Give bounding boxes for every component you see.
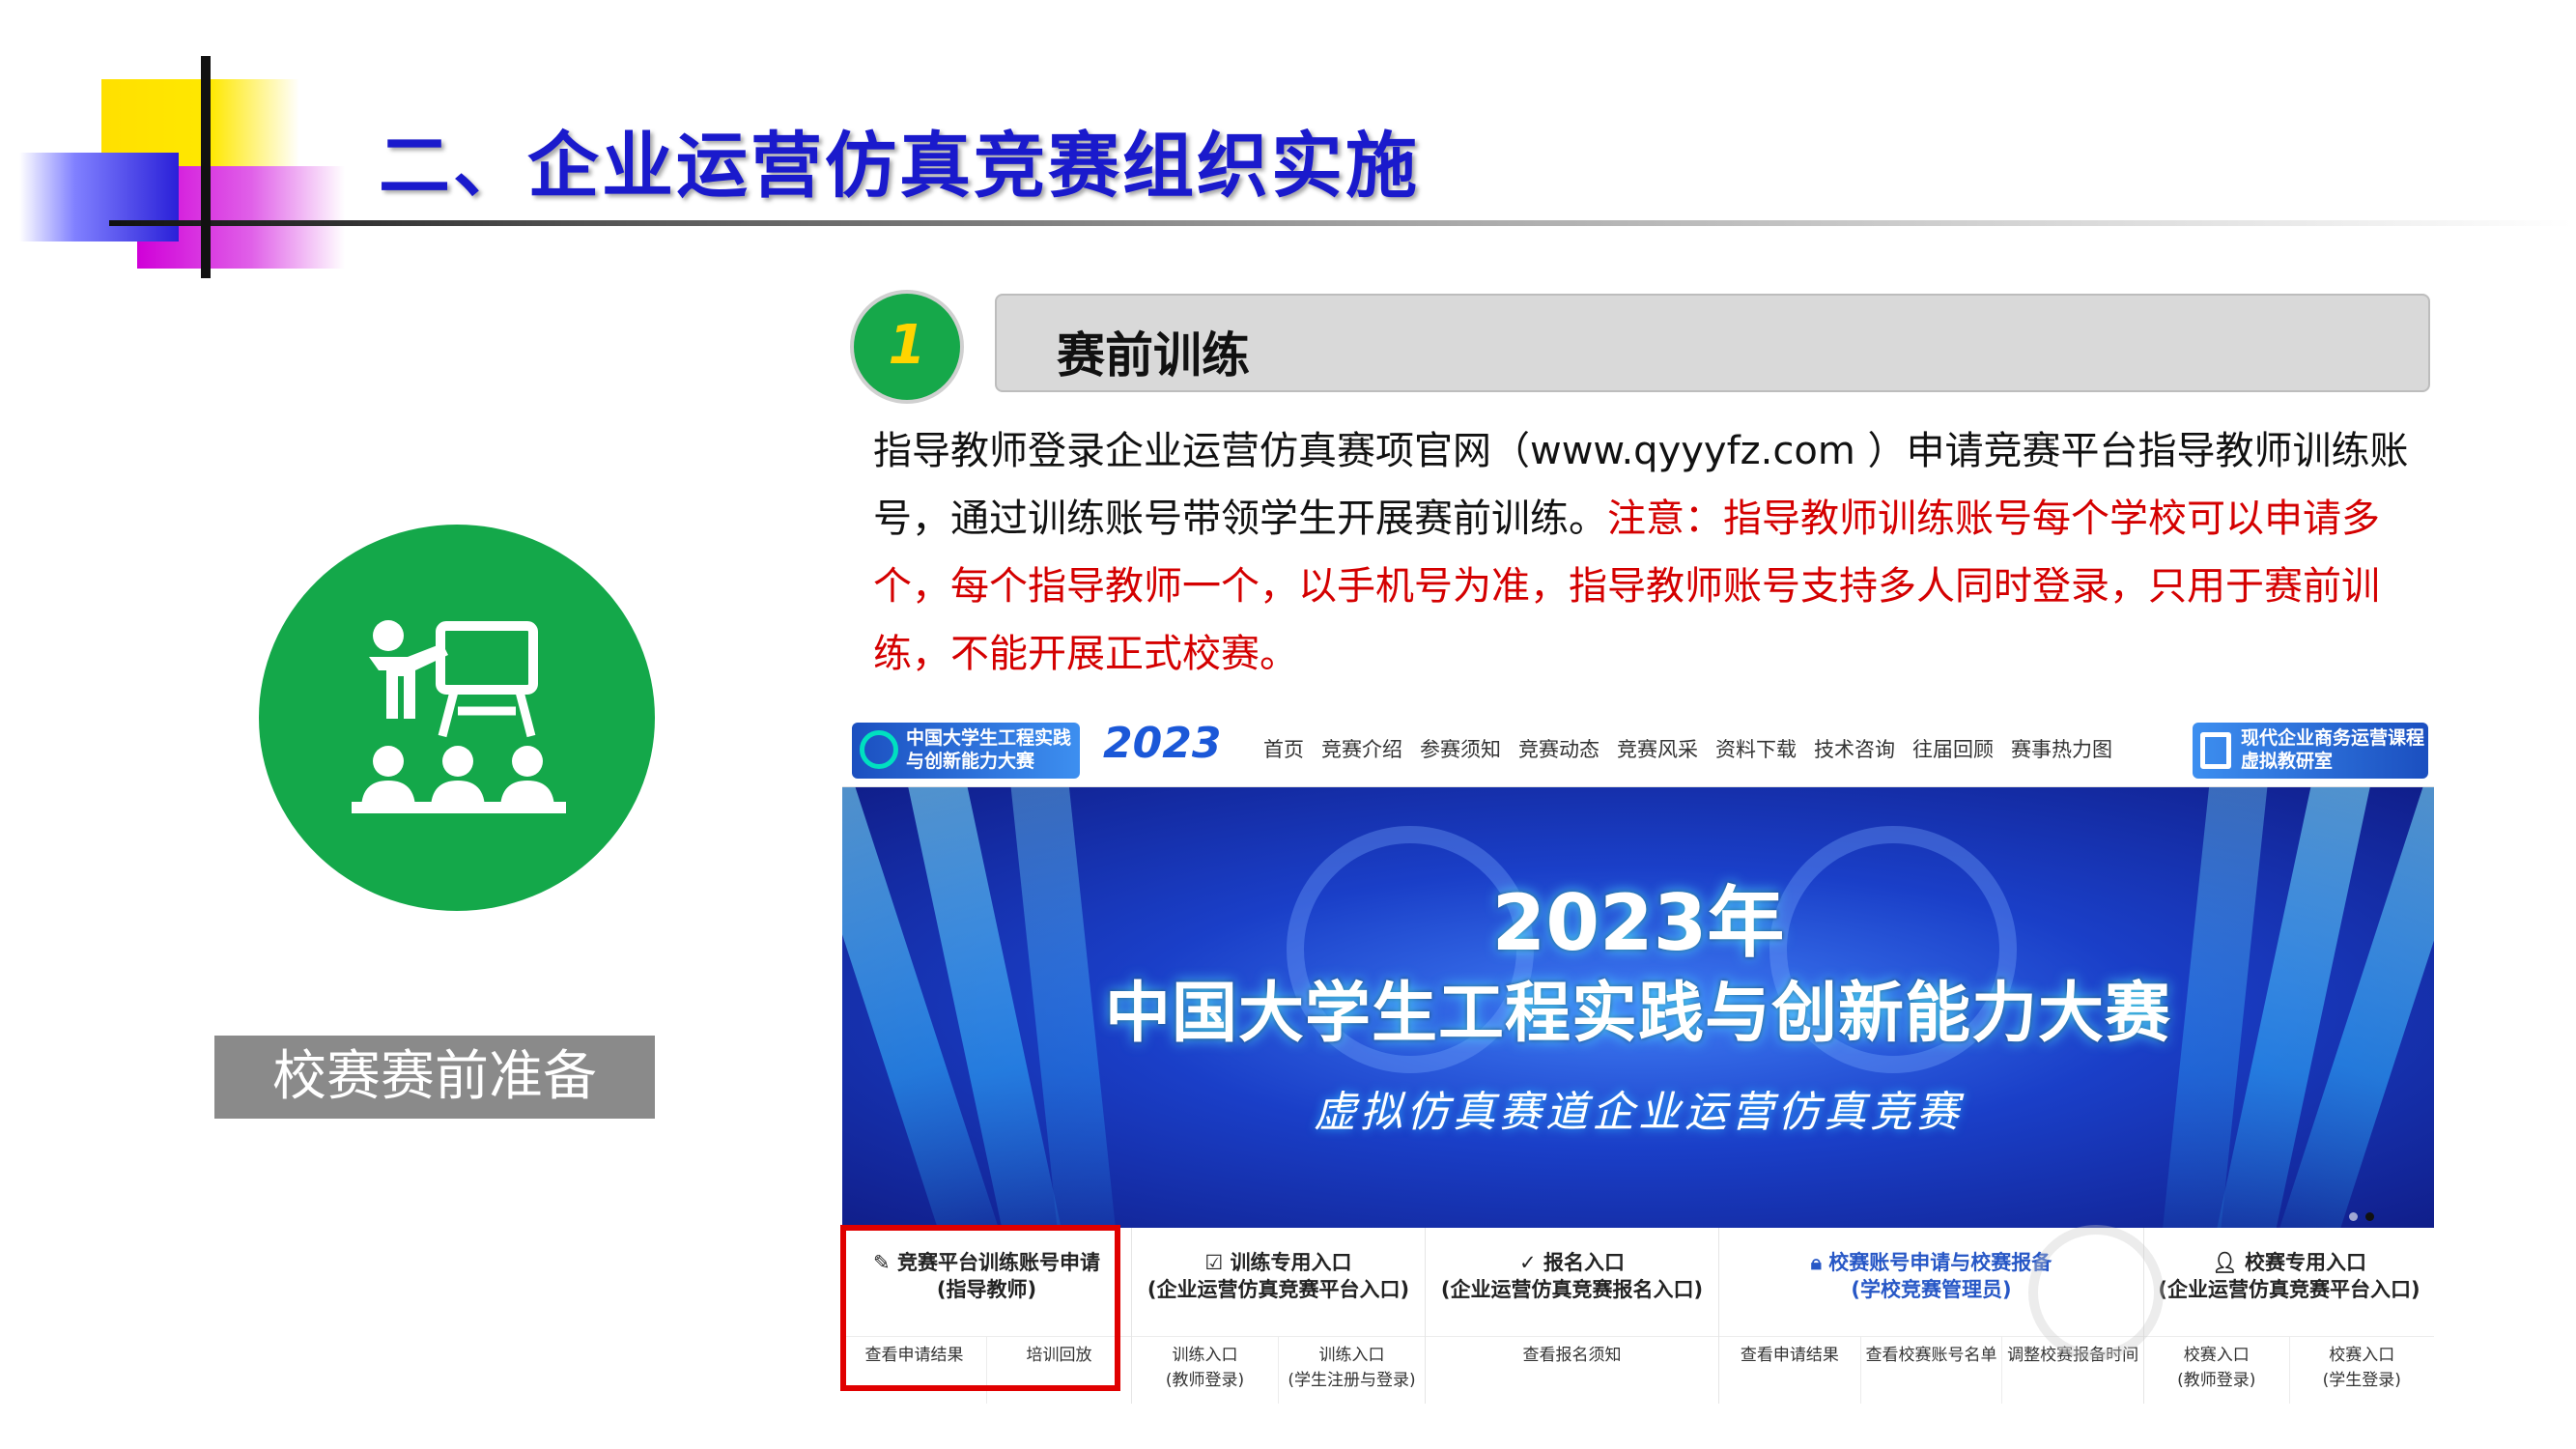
nav-item-downloads[interactable]: 资料下载: [1715, 734, 1797, 763]
page-title: 二、企业运营仿真竞赛组织实施: [379, 125, 1420, 208]
link-school-teacher-login[interactable]: 校赛入口 (教师登录): [2144, 1337, 2290, 1404]
carousel-dot-active[interactable]: [2365, 1212, 2374, 1221]
decor-blue-square: [19, 153, 179, 242]
link-view-result[interactable]: 查看申请结果: [1719, 1337, 1861, 1404]
nav-item-history[interactable]: 往届回顾: [1912, 734, 1994, 763]
lock-icon: 🔒︎: [1810, 1251, 1829, 1274]
nav-item-heatmap[interactable]: 赛事热力图: [2011, 734, 2112, 763]
nav-item-home[interactable]: 首页: [1263, 734, 1304, 763]
arrow-watermark-icon: [2028, 1225, 2164, 1360]
step-number-badge: 1: [850, 290, 964, 404]
link-registration-notice[interactable]: 查看报名须知: [1426, 1337, 1718, 1404]
hero-banner[interactable]: 2023年 中国大学生工程实践与创新能力大赛 虚拟仿真赛道企业运营仿真竞赛: [842, 787, 2434, 1228]
cc-logo-icon: [860, 730, 898, 769]
banner-year: 2023年: [1491, 878, 1785, 968]
link-teacher-login[interactable]: 训练入口 (教师登录): [1132, 1337, 1279, 1404]
link-student-register[interactable]: 训练入口 (学生注册与登录): [1279, 1337, 1425, 1404]
step-title: 赛前训练: [1057, 327, 1250, 384]
decor-vertical-line: [201, 56, 211, 278]
competition-logo-text: 中国大学生工程实践与创新能力大赛: [906, 727, 1072, 772]
lab-logo[interactable]: 现代企业商务运营课程虚拟教研室: [2193, 723, 2428, 779]
year-logo: 2023: [1103, 719, 1222, 768]
check-icon: ✓: [1519, 1251, 1543, 1274]
card-sub-label: (企业运营仿真竞赛平台入口): [2158, 1278, 2420, 1301]
card-head-label: 训练专用入口: [1230, 1251, 1352, 1274]
carousel-dots: [2349, 1207, 2382, 1225]
card-sub-label: (企业运营仿真竞赛报名入口): [1440, 1278, 1704, 1301]
checkbox-icon: ☑: [1204, 1251, 1231, 1274]
lab-logo-text: 现代企业商务运营课程虚拟教研室: [2241, 727, 2425, 772]
instruction-paragraph: 指导教师登录企业运营仿真赛项官网（www.qyyyfz.com ）申请竞赛平台指…: [873, 417, 2409, 688]
nav-item-intro[interactable]: 竞赛介绍: [1321, 734, 1402, 763]
side-label: 校赛赛前准备: [214, 1036, 655, 1119]
card-registration[interactable]: ✓ 报名入口 (企业运营仿真竞赛报名入口) 查看报名须知: [1426, 1228, 1719, 1404]
banner-title: 中国大学生工程实践与创新能力大赛: [1104, 976, 2171, 1052]
link-account-list[interactable]: 查看校赛账号名单: [1861, 1337, 2003, 1404]
banner-subtitle: 虚拟仿真赛道企业运营仿真竞赛: [1314, 1088, 1963, 1137]
card-school-entry[interactable]: 👤︎ 校赛专用入口 (企业运营仿真竞赛平台入口) 校赛入口 (教师登录) 校赛入口…: [2144, 1228, 2434, 1404]
lab-logo-icon: [2200, 732, 2231, 769]
card-head-label: 校赛账号申请与校赛报备: [1828, 1251, 2052, 1274]
link-school-student-login[interactable]: 校赛入口 (学生登录): [2290, 1337, 2435, 1404]
title-underline: [109, 220, 2572, 226]
nav-item-rules[interactable]: 参赛须知: [1420, 734, 1501, 763]
classroom-training-icon: [352, 620, 566, 813]
nav-item-consult[interactable]: 技术咨询: [1814, 734, 1895, 763]
user-icon: 👤︎: [2212, 1251, 2245, 1274]
carousel-dot[interactable]: [2349, 1212, 2358, 1221]
card-sub-label: (学校竞赛管理员): [1851, 1278, 2012, 1301]
highlight-box: [840, 1225, 1120, 1391]
site-nav: 首页 竞赛介绍 参赛须知 竞赛动态 竞赛风采 资料下载 技术咨询 往届回顾 赛事…: [1263, 734, 2112, 763]
nav-item-news[interactable]: 竞赛动态: [1518, 734, 1599, 763]
card-head-label: 报名入口: [1543, 1251, 1625, 1274]
card-training-entry[interactable]: ☑ 训练专用入口 (企业运营仿真竞赛平台入口) 训练入口 (教师登录) 训练入口 …: [1132, 1228, 1426, 1404]
card-head-label: 校赛专用入口: [2244, 1251, 2366, 1274]
site-header: 中国大学生工程实践与创新能力大赛 2023 首页 竞赛介绍 参赛须知 竞赛动态 …: [842, 713, 2434, 787]
competition-logo[interactable]: 中国大学生工程实践与创新能力大赛: [852, 723, 1080, 779]
card-sub-label: (企业运营仿真竞赛平台入口): [1146, 1278, 1410, 1301]
nav-item-gallery[interactable]: 竞赛风采: [1617, 734, 1698, 763]
